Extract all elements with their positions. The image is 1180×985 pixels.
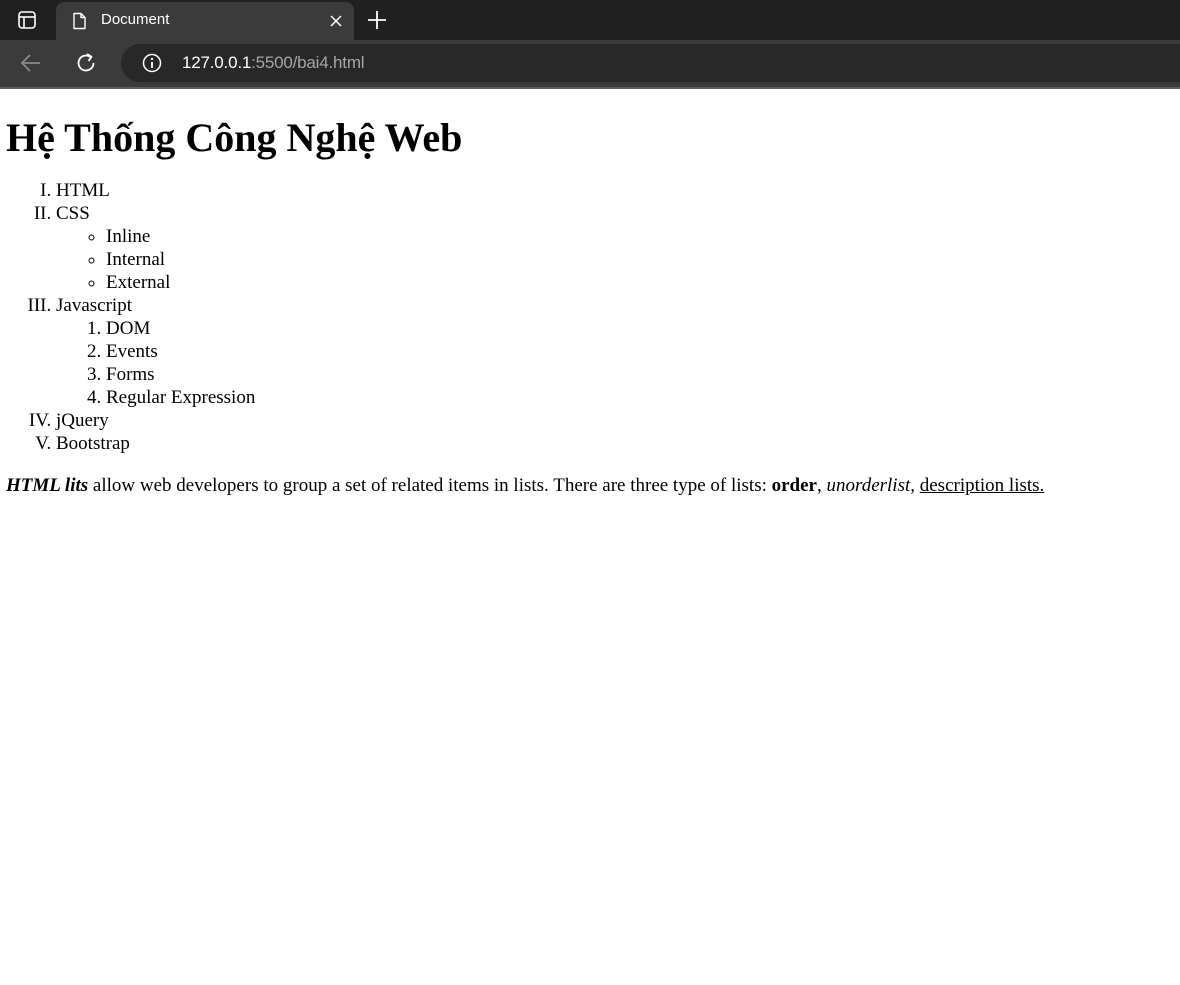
bold-term: order: [771, 475, 817, 496]
paragraph-text: allow web developers to group a set of r…: [88, 475, 772, 496]
tab-title: Document: [101, 11, 170, 28]
page-title: Hệ Thống Công Nghệ Web: [6, 115, 463, 160]
topics-list: HTML CSS Inline Internal External Javasc…: [6, 179, 1180, 455]
tab-strip: Document: [0, 0, 1180, 40]
close-tab-icon[interactable]: [328, 13, 344, 29]
separator: ,: [817, 475, 827, 496]
list-item: Javascript DOM Events Forms Regular Expr…: [56, 294, 1180, 409]
address-bar[interactable]: 127.0.0.1:5500/bai4.html: [121, 44, 1180, 82]
list-item: Forms: [106, 363, 1180, 386]
bold-italic-term: HTML lits: [6, 475, 89, 496]
underlined-term: description lists.: [919, 475, 1045, 496]
list-item: Bootstrap: [56, 432, 1180, 455]
list-item: Events: [106, 340, 1180, 363]
tab-document[interactable]: Document: [56, 2, 354, 40]
list-item: CSS Inline Internal External: [56, 202, 1180, 294]
item-label: jQuery: [56, 410, 109, 431]
list-item: Regular Expression: [106, 386, 1180, 409]
list-item: Inline: [106, 225, 1180, 248]
site-info-icon[interactable]: [142, 53, 162, 73]
italic-term: unorderlist,: [826, 475, 916, 496]
list-item: HTML: [56, 179, 1180, 202]
item-label: CSS: [56, 203, 90, 224]
tab-actions-button[interactable]: [8, 0, 46, 40]
list-item: jQuery: [56, 409, 1180, 432]
item-label: HTML: [56, 180, 110, 201]
url-text[interactable]: 127.0.0.1:5500/bai4.html: [182, 53, 365, 73]
sidebar-icon: [18, 11, 36, 29]
list-item: External: [106, 271, 1180, 294]
css-sublist: Inline Internal External: [56, 225, 1180, 294]
back-arrow-icon[interactable]: [19, 51, 43, 75]
url-path: :5500/bai4.html: [251, 53, 365, 72]
page-content: Hệ Thống Công Nghệ Web HTML CSS Inline I…: [0, 115, 1180, 497]
document-icon: [73, 12, 86, 30]
item-label: Bootstrap: [56, 433, 130, 454]
browser-toolbar: 127.0.0.1:5500/bai4.html: [0, 40, 1180, 89]
list-item: DOM: [106, 317, 1180, 340]
list-item: Internal: [106, 248, 1180, 271]
lists-description: HTML lits allow web developers to group …: [6, 474, 1180, 497]
new-tab-icon[interactable]: [366, 9, 388, 31]
item-label: Javascript: [56, 295, 132, 316]
js-sublist: DOM Events Forms Regular Expression: [56, 317, 1180, 409]
reload-icon[interactable]: [74, 51, 98, 75]
url-host: 127.0.0.1: [182, 53, 252, 72]
